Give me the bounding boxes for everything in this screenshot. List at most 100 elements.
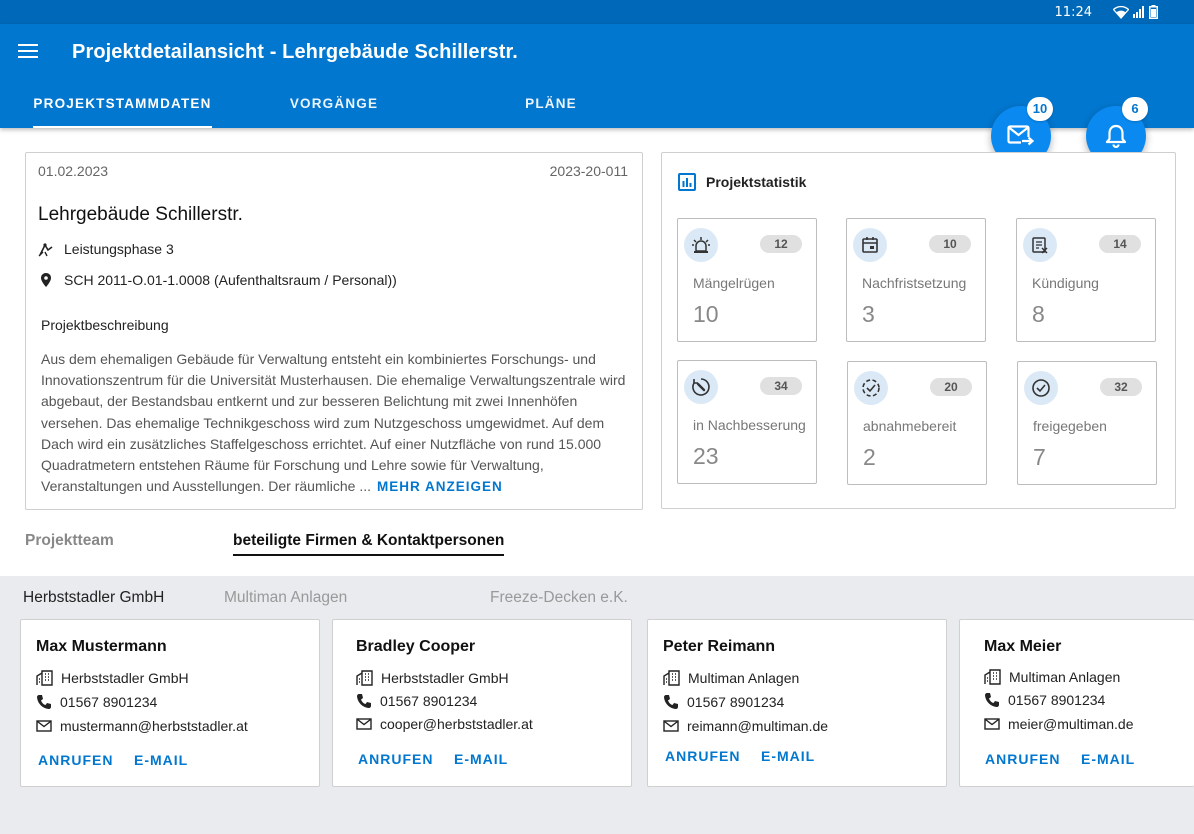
stat-count-badge: 10 — [929, 235, 971, 253]
call-button[interactable]: ANRUFEN — [665, 748, 740, 764]
contact-email-row: meier@multiman.de — [984, 716, 1133, 732]
stat-count-badge: 20 — [930, 378, 972, 396]
excavator-icon — [38, 243, 53, 257]
contact-phone-row: 01567 8901234 — [984, 692, 1105, 708]
status-icons — [1113, 5, 1158, 19]
building-icon — [663, 670, 680, 686]
contact-name: Max Meier — [984, 638, 1062, 655]
contact-company-row: Herbststadler GmbH — [356, 670, 509, 686]
contact-company-row: Multiman Anlagen — [984, 669, 1120, 685]
contact-company-row: Herbststadler GmbH — [36, 670, 189, 686]
check-circle-icon — [1024, 371, 1058, 405]
contact-phone: 01567 8901234 — [687, 694, 785, 710]
status-time: 11:24 — [1054, 5, 1092, 20]
stat-value: 2 — [863, 444, 876, 470]
company-tab-multiman[interactable]: Multiman Anlagen — [224, 589, 347, 607]
contact-company: Multiman Anlagen — [688, 670, 800, 686]
contact-card: Max Meier Multiman Anlagen 01567 8901234… — [959, 619, 1194, 787]
contact-email: mustermann@herbststadler.at — [60, 718, 248, 734]
stat-count-badge: 34 — [760, 377, 802, 395]
menu-icon[interactable] — [18, 44, 38, 60]
stat-label: Nachfristsetzung — [862, 275, 967, 291]
statistics-title: Projektstatistik — [706, 174, 807, 190]
company-tab-freeze-decken[interactable]: Freeze-Decken e.K. — [490, 589, 628, 607]
call-button[interactable]: ANRUFEN — [985, 751, 1060, 767]
building-icon — [356, 670, 373, 686]
email-icon — [36, 720, 52, 732]
project-phase: Leistungsphase 3 — [64, 241, 174, 257]
statistics-card: Projektstatistik 12 Mängelrügen 10 10 Na… — [661, 152, 1176, 509]
contact-company: Multiman Anlagen — [1009, 669, 1121, 685]
stat-count-badge: 12 — [760, 235, 802, 253]
contact-phone: 01567 8901234 — [60, 694, 158, 710]
stat-tile-freigegeben[interactable]: 32 freigegeben 7 — [1017, 361, 1157, 485]
contact-card: Max Mustermann Herbststadler GmbH 01567 … — [20, 619, 320, 787]
stat-value: 3 — [862, 301, 875, 327]
contact-phone-row: 01567 8901234 — [356, 693, 477, 709]
email-button[interactable]: E-MAIL — [454, 751, 508, 767]
project-number: 2023-20-011 — [549, 163, 628, 179]
email-button[interactable]: E-MAIL — [761, 748, 815, 764]
mail-forward-icon — [1007, 125, 1035, 146]
subtab-firmen-kontakte[interactable]: beteiligte Firmen & Kontaktpersonen — [233, 532, 505, 556]
stat-count-badge: 14 — [1099, 235, 1141, 253]
email-icon — [663, 720, 679, 732]
contact-phone: 01567 8901234 — [380, 693, 478, 709]
company-tab-herbststadler[interactable]: Herbststadler GmbH — [23, 589, 164, 607]
wrench-icon — [684, 370, 718, 404]
stat-value: 7 — [1033, 444, 1046, 470]
email-button[interactable]: E-MAIL — [1081, 751, 1135, 767]
building-icon — [984, 669, 1001, 685]
notification-count-badge: 6 — [1122, 97, 1148, 121]
call-button[interactable]: ANRUFEN — [358, 751, 433, 767]
subtab-projektteam[interactable]: Projektteam — [25, 532, 114, 550]
stat-tile-nachfristsetzung[interactable]: 10 Nachfristsetzung 3 — [846, 218, 986, 342]
project-card: 01.02.2023 2023-20-011 Lehrgebäude Schil… — [25, 152, 643, 510]
stat-tile-maengelruegen[interactable]: 12 Mängelrügen 10 — [677, 218, 817, 342]
page-title: Projektdetailansicht - Lehrgebäude Schil… — [72, 41, 518, 63]
project-description-title: Projektbeschreibung — [41, 317, 169, 333]
project-date: 01.02.2023 — [38, 163, 109, 179]
contact-company-row: Multiman Anlagen — [663, 670, 799, 686]
contact-email: meier@multiman.de — [1008, 716, 1134, 732]
contact-email: cooper@herbststadler.at — [380, 716, 533, 732]
stat-value: 23 — [693, 443, 719, 469]
phone-icon — [37, 695, 51, 709]
phone-icon — [664, 695, 678, 709]
phone-icon — [357, 694, 371, 708]
contact-name: Bradley Cooper — [356, 638, 476, 655]
stat-label: Kündigung — [1032, 275, 1099, 291]
document-cancel-icon — [1023, 228, 1057, 262]
contact-card: Peter Reimann Multiman Anlagen 01567 890… — [647, 619, 947, 787]
tab-plaene[interactable]: PLÄNE — [490, 84, 612, 128]
email-icon — [356, 718, 372, 730]
stat-count-badge: 32 — [1100, 378, 1142, 396]
phone-icon — [985, 693, 999, 707]
contact-phone: 01567 8901234 — [1008, 692, 1106, 708]
contact-card: Bradley Cooper Herbststadler GmbH 01567 … — [332, 619, 632, 787]
contact-email-row: reimann@multiman.de — [663, 718, 828, 734]
alarm-light-icon — [684, 228, 718, 262]
stat-label: in Nachbesserung — [693, 417, 806, 433]
stat-label: Mängelrügen — [693, 275, 775, 291]
contact-email: reimann@multiman.de — [687, 718, 829, 734]
signal-icon — [1133, 6, 1144, 18]
tab-vorgaenge[interactable]: VORGÄNGE — [268, 84, 400, 128]
stat-tile-in-nachbesserung[interactable]: 34 in Nachbesserung 23 — [677, 360, 817, 484]
show-more-link[interactable]: MEHR ANZEIGEN — [377, 479, 503, 494]
stat-tile-kuendigung[interactable]: 14 Kündigung 8 — [1016, 218, 1156, 342]
email-button[interactable]: E-MAIL — [134, 752, 188, 768]
statistics-header: Projektstatistik — [678, 173, 806, 191]
calendar-icon — [853, 228, 887, 262]
tab-projektstammdaten[interactable]: PROJEKTSTAMMDATEN — [33, 84, 212, 128]
mail-count-badge: 10 — [1027, 97, 1053, 121]
stat-tile-abnahmebereit[interactable]: 20 abnahmebereit 2 — [847, 361, 987, 485]
wifi-icon — [1113, 5, 1129, 19]
call-button[interactable]: ANRUFEN — [38, 752, 113, 768]
status-bar: 11:24 — [0, 0, 1194, 24]
contact-company: Herbststadler GmbH — [381, 670, 509, 686]
email-icon — [984, 718, 1000, 730]
project-description-text: Aus dem ehemaligen Gebäude für Verwaltun… — [41, 351, 626, 495]
contact-phone-row: 01567 8901234 — [36, 694, 157, 710]
building-icon — [36, 670, 53, 686]
